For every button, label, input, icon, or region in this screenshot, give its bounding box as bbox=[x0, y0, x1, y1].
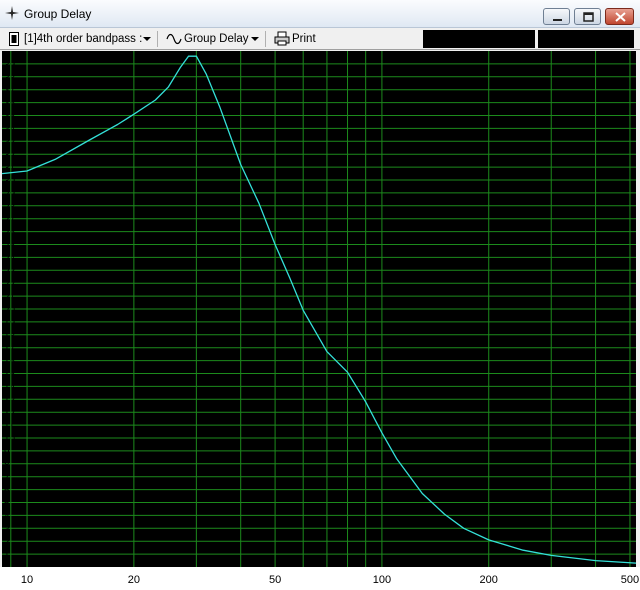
title-bar: Group Delay bbox=[0, 0, 640, 28]
toolbar-separator bbox=[265, 31, 266, 47]
enclosure-icon bbox=[9, 31, 19, 47]
y-tick-label: 25 bbox=[4, 241, 16, 252]
close-icon bbox=[615, 12, 626, 22]
y-tick-label: 36 bbox=[4, 99, 16, 110]
y-tick-label: 21 bbox=[4, 292, 16, 303]
y-tick-label: 15 bbox=[4, 370, 16, 381]
y-tick-label: 24 bbox=[4, 253, 16, 264]
x-tick-label: 500 bbox=[621, 574, 639, 586]
y-tick-label: 13 bbox=[4, 395, 16, 406]
readout-box bbox=[538, 30, 634, 48]
y-tick-label: 23 bbox=[4, 266, 16, 277]
y-tick-label: 20 bbox=[4, 305, 16, 316]
y-tick-label: 35 bbox=[4, 112, 16, 123]
y-tick-label: 14 bbox=[4, 382, 16, 393]
y-tick-label: 18 bbox=[4, 331, 16, 342]
x-tick-label: 10 bbox=[21, 574, 33, 586]
y-tick-label: 2 bbox=[4, 537, 10, 548]
y-tick-label: 39 bbox=[4, 60, 16, 71]
printer-icon bbox=[274, 31, 290, 47]
y-tick-label: 1 bbox=[4, 550, 10, 561]
y-tick-label: 32 bbox=[4, 150, 16, 161]
y-tick-label: 4 bbox=[4, 511, 10, 522]
maximize-icon bbox=[583, 12, 594, 22]
y-tick-label: 17 bbox=[4, 344, 16, 355]
maximize-button[interactable] bbox=[574, 8, 601, 25]
y-tick-label: 19 bbox=[4, 318, 16, 329]
y-tick-label: 37 bbox=[4, 86, 16, 97]
view-label: Group Delay bbox=[184, 33, 249, 45]
x-axis-area bbox=[0, 567, 640, 590]
y-tick-label: 30 bbox=[4, 176, 16, 187]
y-tick-label: 16 bbox=[4, 357, 16, 368]
x-tick-label: 200 bbox=[480, 574, 498, 586]
x-tick-label: 100 bbox=[373, 574, 391, 586]
y-tick-label: 6 bbox=[4, 486, 10, 497]
x-tick-label: 20 bbox=[128, 574, 140, 586]
y-tick-label: 29 bbox=[4, 189, 16, 200]
y-tick-label: 28 bbox=[4, 202, 16, 213]
chevron-down-icon bbox=[251, 37, 259, 41]
minimize-icon bbox=[553, 19, 562, 21]
y-tick-label: 10 bbox=[4, 434, 16, 445]
y-tick-label: 8 bbox=[4, 460, 10, 471]
y-tick-label: 34 bbox=[4, 124, 16, 135]
y-tick-label: 26 bbox=[4, 228, 16, 239]
y-tick-label: 33 bbox=[4, 137, 16, 148]
group-delay-chart: 1 2 3 4 5 6 7 8 9 10 11 12 13 14 15 16 17 18 19 20 21 22 23 24 2… bbox=[0, 51, 640, 590]
minimize-button[interactable] bbox=[543, 8, 570, 25]
print-label: Print bbox=[292, 33, 316, 45]
close-button[interactable] bbox=[605, 8, 634, 25]
y-tick-label: 38 bbox=[4, 73, 16, 84]
window-title: Group Delay bbox=[24, 7, 92, 21]
y-tick-label: 7 bbox=[4, 473, 10, 484]
enclosure-label: [1]4th order bandpass : bbox=[24, 33, 143, 45]
y-tick-label: 12 bbox=[4, 408, 16, 419]
crosshair-icon bbox=[5, 6, 19, 20]
y-tick-label: 22 bbox=[4, 279, 16, 290]
y-tick-label: 3 bbox=[4, 524, 10, 535]
y-tick-label: 11 bbox=[4, 421, 15, 432]
chart-svg: 1234567891011121314151617181920212223242… bbox=[0, 51, 640, 590]
chevron-down-icon bbox=[143, 37, 151, 41]
x-tick-label: 50 bbox=[269, 574, 281, 586]
toolbar-separator bbox=[157, 31, 158, 47]
wave-icon bbox=[166, 31, 182, 47]
readout-box bbox=[423, 30, 535, 48]
y-tick-label: 27 bbox=[4, 215, 16, 226]
y-tick-label: 9 bbox=[4, 447, 10, 458]
y-tick-label: 5 bbox=[4, 499, 10, 510]
